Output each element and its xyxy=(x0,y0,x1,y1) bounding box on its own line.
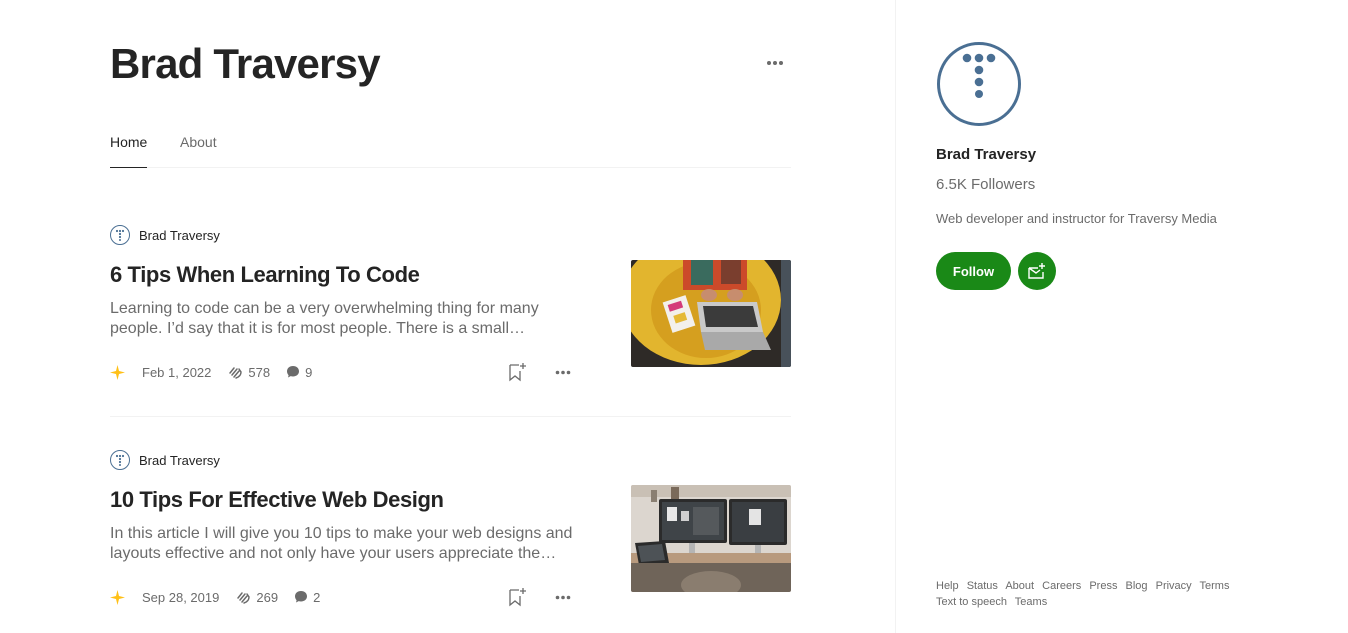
star-icon xyxy=(110,363,128,381)
more-options-button[interactable] xyxy=(762,52,788,74)
bookmark-button[interactable] xyxy=(506,361,528,383)
footer-link-terms[interactable]: Terms xyxy=(1200,580,1230,592)
main-content: Brad Traversy Home About Brad Traversy 6… xyxy=(0,0,895,633)
article-date: Feb 1, 2022 xyxy=(142,364,212,380)
comment-count-label: 9 xyxy=(305,364,313,380)
author-name: Brad Traversy xyxy=(139,227,220,243)
more-horizontal-icon xyxy=(767,61,783,65)
follow-button[interactable]: Follow xyxy=(936,252,1011,290)
article-title[interactable]: 6 Tips When Learning To Code xyxy=(110,262,420,288)
clap-count[interactable]: 578 xyxy=(227,364,270,380)
bookmark-add-icon xyxy=(509,363,526,382)
bookmark-add-icon xyxy=(509,588,526,607)
profile-avatar[interactable] xyxy=(937,42,1021,126)
star-icon xyxy=(110,588,128,606)
article-meta: Sep 28, 2019 269 2 xyxy=(110,587,320,607)
clap-count[interactable]: 269 xyxy=(235,589,278,605)
t-avatar-icon xyxy=(962,53,996,98)
article-thumbnail[interactable] xyxy=(631,485,791,592)
more-horizontal-icon xyxy=(555,370,571,374)
sidebar-author-name[interactable]: Brad Traversy xyxy=(936,146,1036,163)
article-thumbnail[interactable] xyxy=(631,260,791,367)
clap-count-label: 269 xyxy=(256,589,279,605)
article-meta: Feb 1, 2022 578 9 xyxy=(110,362,312,382)
comment-icon xyxy=(295,591,308,603)
footer-link-status[interactable]: Status xyxy=(967,580,998,592)
comment-icon xyxy=(287,366,300,378)
t-avatar-icon xyxy=(115,454,125,466)
author-bio: Web developer and instructor for Travers… xyxy=(936,211,1217,226)
more-horizontal-icon xyxy=(555,595,571,599)
t-avatar-icon xyxy=(115,229,125,241)
sidebar: Brad Traversy 6.5K Followers Web develop… xyxy=(895,0,1348,633)
article-author[interactable]: Brad Traversy xyxy=(110,225,220,245)
article-more-button[interactable] xyxy=(552,586,574,608)
article-more-button[interactable] xyxy=(552,361,574,383)
clap-icon xyxy=(229,367,243,379)
comment-count-label: 2 xyxy=(313,589,321,605)
followers-count[interactable]: 6.5K Followers xyxy=(936,176,1035,193)
profile-title: Brad Traversy xyxy=(110,40,381,87)
subscribe-button[interactable] xyxy=(1018,252,1056,290)
author-avatar xyxy=(110,450,130,470)
footer-link-blog[interactable]: Blog xyxy=(1126,580,1148,592)
author-avatar xyxy=(110,225,130,245)
footer-link-help[interactable]: Help xyxy=(936,580,959,592)
profile-tabs: Home About xyxy=(110,132,791,168)
footer-links: Help Status About Careers Press Blog Pri… xyxy=(936,578,1256,610)
article-card[interactable]: Brad Traversy 6 Tips When Learning To Co… xyxy=(110,225,791,417)
article-excerpt[interactable]: In this article I will give you 10 tips … xyxy=(110,524,580,564)
footer-link-about[interactable]: About xyxy=(1005,580,1034,592)
footer-link-careers[interactable]: Careers xyxy=(1042,580,1081,592)
comment-count[interactable]: 9 xyxy=(286,365,312,380)
bookmark-button[interactable] xyxy=(506,586,528,608)
tab-home[interactable]: Home xyxy=(110,134,148,168)
footer-link-teams[interactable]: Teams xyxy=(1015,596,1047,608)
subscribe-mail-icon xyxy=(1028,263,1045,279)
article-card[interactable]: Brad Traversy 10 Tips For Effective Web … xyxy=(110,450,791,630)
article-date: Sep 28, 2019 xyxy=(142,589,220,605)
article-excerpt[interactable]: Learning to code can be a very overwhelm… xyxy=(110,299,580,339)
footer-link-press[interactable]: Press xyxy=(1089,580,1117,592)
tab-about[interactable]: About xyxy=(180,134,217,168)
clap-count-label: 578 xyxy=(248,364,271,380)
article-author[interactable]: Brad Traversy xyxy=(110,450,220,470)
footer-link-privacy[interactable]: Privacy xyxy=(1156,580,1192,592)
author-name: Brad Traversy xyxy=(139,452,220,468)
comment-count[interactable]: 2 xyxy=(294,590,320,605)
footer-link-text-to-speech[interactable]: Text to speech xyxy=(936,596,1007,608)
article-title[interactable]: 10 Tips For Effective Web Design xyxy=(110,487,444,513)
clap-icon xyxy=(237,592,251,604)
